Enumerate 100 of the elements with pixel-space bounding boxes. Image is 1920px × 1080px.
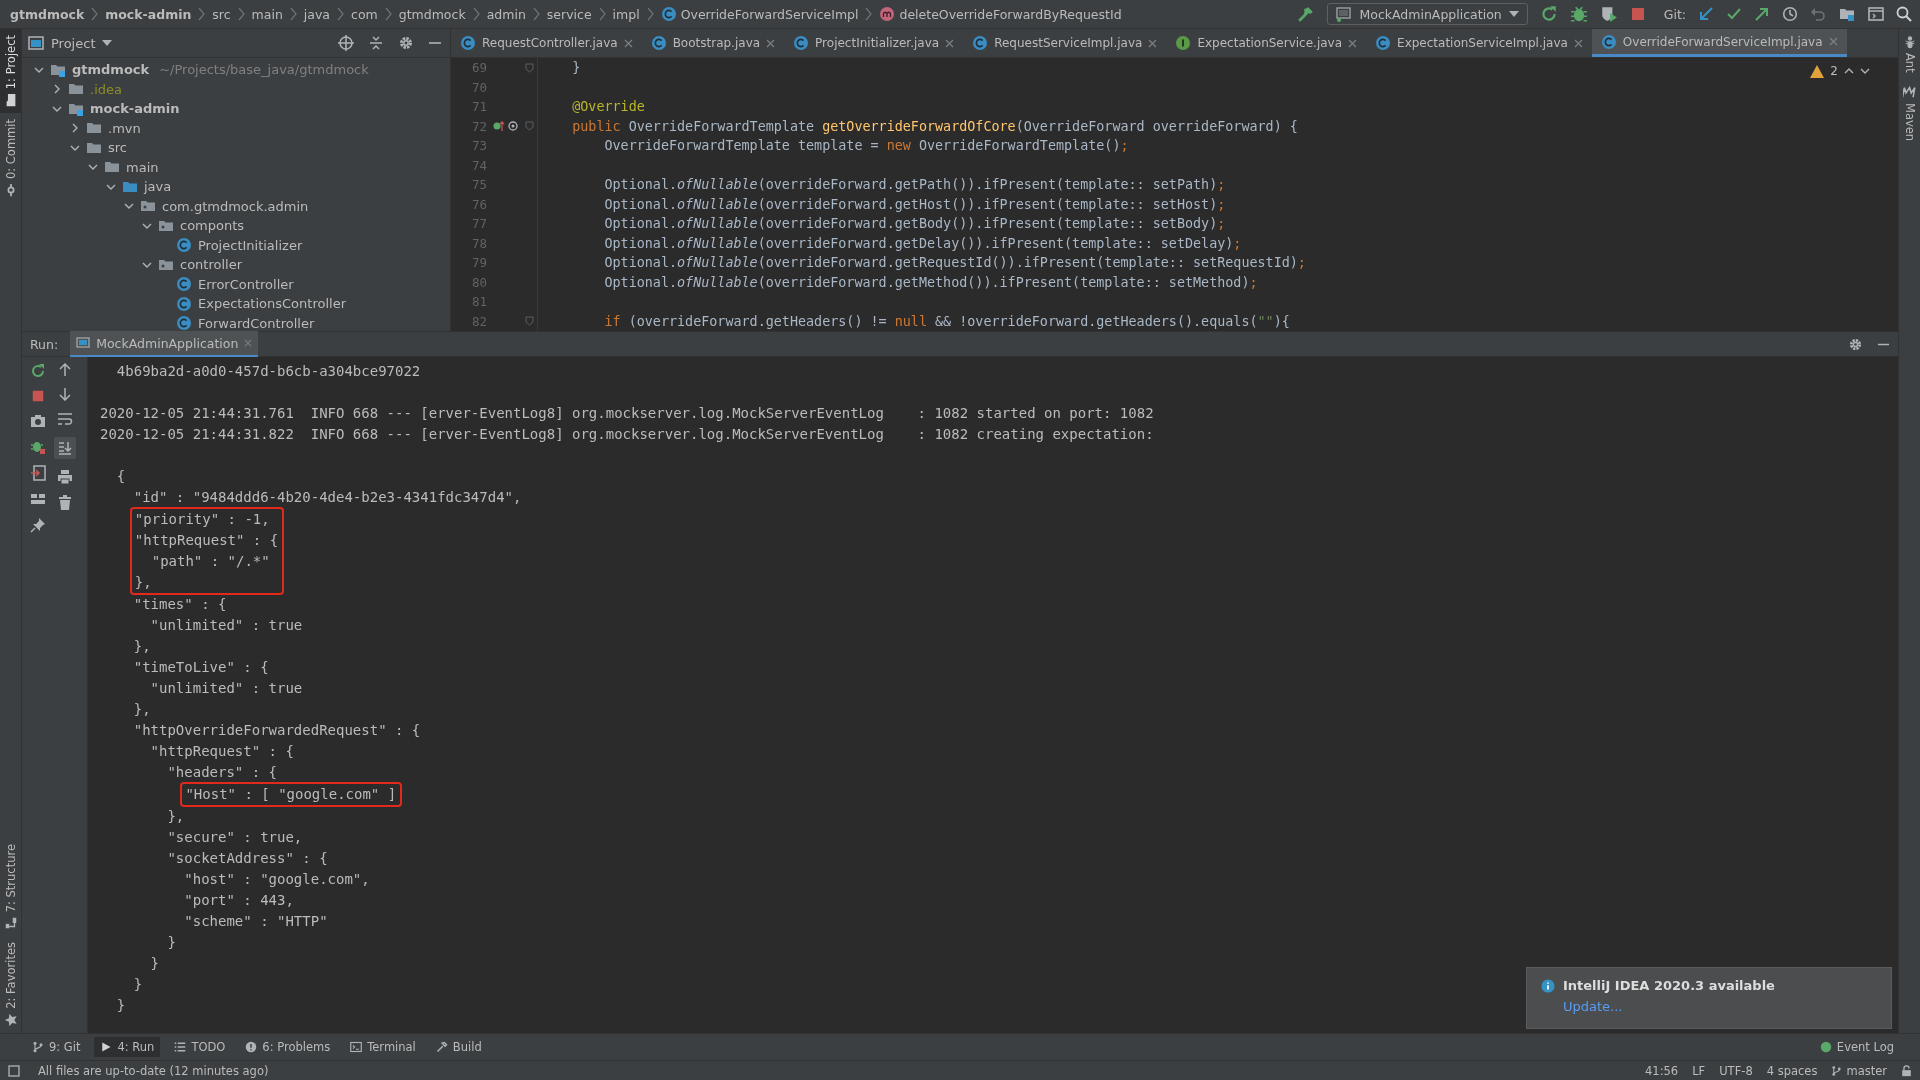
- bug-icon[interactable]: [30, 439, 46, 455]
- line-separator[interactable]: LF: [1692, 1063, 1706, 1078]
- tree-item-label[interactable]: .idea: [90, 81, 122, 97]
- breadcrumb[interactable]: com: [351, 6, 378, 22]
- soft-wrap-icon[interactable]: [57, 411, 73, 427]
- editor-tab[interactable]: OverrideForwardServiceImpl.java: [1591, 29, 1847, 57]
- lock-icon[interactable]: [1901, 1064, 1912, 1077]
- tool-window-button[interactable]: 0: Commit: [0, 113, 21, 204]
- chevron-down-icon[interactable]: [1860, 67, 1870, 75]
- tool-window-tab[interactable]: 6: Problems: [239, 1037, 337, 1057]
- search-icon[interactable]: [1896, 6, 1912, 22]
- run-configuration-dropdown[interactable]: MockAdminApplication: [1327, 3, 1528, 25]
- override-marker-icon[interactable]: [493, 120, 521, 133]
- collapse-all-icon[interactable]: [368, 35, 384, 51]
- trash-icon[interactable]: [57, 495, 73, 511]
- tree-item-label[interactable]: ForwardController: [198, 315, 315, 331]
- project-view-dropdown[interactable]: Project: [28, 35, 113, 51]
- tool-window-button[interactable]: 1: Project: [0, 29, 21, 114]
- tool-window-button[interactable]: 7: Structure: [0, 837, 21, 937]
- indent-setting[interactable]: 4 spaces: [1766, 1063, 1818, 1078]
- editor-tab[interactable]: RequestServiceImpl.java: [963, 29, 1167, 57]
- breadcrumb[interactable]: mock-admin: [105, 6, 192, 22]
- arrow-icon[interactable]: [1698, 6, 1714, 22]
- fold-marker-icon[interactable]: [525, 121, 534, 132]
- tree-item-label[interactable]: mock-admin: [90, 101, 180, 117]
- arrow-down-icon[interactable]: [58, 387, 72, 401]
- tool-window-tab[interactable]: 4: Run: [94, 1037, 161, 1057]
- tool-window-button[interactable]: 2: Favorites: [0, 936, 21, 1033]
- tree-item-label[interactable]: java: [144, 179, 172, 195]
- crosshair-icon[interactable]: [338, 35, 354, 51]
- run-tab[interactable]: MockAdminApplication: [70, 331, 259, 357]
- breadcrumb[interactable]: java: [303, 6, 331, 22]
- window-icon[interactable]: [1868, 6, 1884, 22]
- close-icon[interactable]: [1148, 38, 1158, 48]
- breadcrumb[interactable]: gtmdmock: [398, 6, 466, 22]
- breadcrumb[interactable]: admin: [486, 6, 526, 22]
- editor-tab[interactable]: RequestController.java: [451, 29, 642, 57]
- update-link[interactable]: Update...: [1563, 999, 1877, 1014]
- folder-icon[interactable]: [1838, 6, 1856, 22]
- tool-window-tab[interactable]: Terminal: [344, 1037, 422, 1057]
- editor-tab[interactable]: ExpectationService.java: [1166, 29, 1367, 57]
- close-icon[interactable]: [1348, 38, 1358, 48]
- tool-window-tab[interactable]: Build: [429, 1037, 488, 1057]
- breadcrumb[interactable]: deleteOverrideForwardByRequestId: [879, 6, 1122, 22]
- breadcrumb[interactable]: src: [212, 6, 231, 22]
- editor-tab[interactable]: ExpectationServiceImpl.java: [1366, 29, 1592, 57]
- settings-icon[interactable]: [398, 35, 414, 51]
- tree-item-label[interactable]: src: [108, 140, 127, 156]
- camera-icon[interactable]: [30, 413, 46, 429]
- breadcrumb[interactable]: impl: [612, 6, 640, 22]
- settings-icon[interactable]: [1848, 336, 1863, 352]
- tool-window-tab[interactable]: 9: Git: [26, 1037, 87, 1057]
- file-encoding[interactable]: UTF-8: [1719, 1063, 1753, 1078]
- tool-window-button[interactable]: Ant: [1899, 29, 1920, 79]
- stop-icon[interactable]: [1629, 6, 1646, 22]
- square-icon[interactable]: [8, 1064, 20, 1077]
- rerun-icon[interactable]: [30, 363, 46, 379]
- caret-position[interactable]: 41:56: [1645, 1063, 1679, 1078]
- breadcrumb[interactable]: service: [546, 6, 592, 22]
- editor-tab[interactable]: ProjectInitializer.java: [784, 29, 964, 57]
- hammer-icon[interactable]: [1297, 5, 1316, 23]
- tree-item-label[interactable]: main: [126, 159, 159, 175]
- stop-icon[interactable]: [31, 389, 45, 403]
- breadcrumb[interactable]: OverrideForwardServiceImpl: [660, 6, 859, 22]
- fold-marker-icon[interactable]: [525, 62, 534, 73]
- breadcrumb[interactable]: gtmdmock: [10, 6, 85, 22]
- chevron-up-icon[interactable]: [1844, 67, 1854, 75]
- print-icon[interactable]: [57, 469, 73, 485]
- tree-item-label[interactable]: controller: [180, 257, 243, 273]
- warning-icon[interactable]: [1810, 64, 1825, 78]
- fold-marker-icon[interactable]: [525, 316, 534, 327]
- tool-window-button[interactable]: Maven: [1899, 78, 1920, 147]
- bug-icon[interactable]: [1569, 5, 1588, 23]
- arrow-icon[interactable]: [1754, 6, 1770, 22]
- arrow-up-icon[interactable]: [58, 363, 72, 377]
- tool-window-tab[interactable]: TODO: [168, 1037, 232, 1057]
- close-icon[interactable]: [623, 38, 633, 48]
- event-log-button[interactable]: Event Log: [1813, 1037, 1900, 1057]
- layout-icon[interactable]: [30, 491, 46, 507]
- tree-item-label[interactable]: gtmdmock: [72, 62, 150, 78]
- tree-item-label[interactable]: ExpectationsController: [198, 296, 346, 312]
- scroll-to-end-icon[interactable]: [54, 437, 76, 459]
- git-branch[interactable]: master: [1831, 1063, 1887, 1078]
- shield-play-icon[interactable]: [1599, 5, 1618, 23]
- pin-icon[interactable]: [30, 517, 46, 533]
- tree-item-label[interactable]: com.gtmdmock.admin: [162, 198, 309, 214]
- close-icon[interactable]: [1573, 38, 1583, 48]
- tree-item-label[interactable]: .mvn: [108, 120, 141, 136]
- tree-item-label[interactable]: componts: [180, 218, 245, 234]
- exit-icon[interactable]: [30, 465, 46, 481]
- editor-tab[interactable]: Bootstrap.java: [641, 29, 785, 57]
- breadcrumb[interactable]: main: [251, 6, 283, 22]
- tree-item-label[interactable]: ErrorController: [198, 276, 294, 292]
- rerun-icon[interactable]: [1539, 5, 1558, 23]
- console-line: "headers" : {: [166, 763, 277, 782]
- tree-item-label[interactable]: ProjectInitializer: [198, 237, 303, 253]
- close-icon[interactable]: [766, 38, 776, 48]
- checkmark-icon[interactable]: [1726, 6, 1742, 22]
- clock-icon[interactable]: [1782, 6, 1798, 22]
- close-icon[interactable]: [945, 38, 955, 48]
